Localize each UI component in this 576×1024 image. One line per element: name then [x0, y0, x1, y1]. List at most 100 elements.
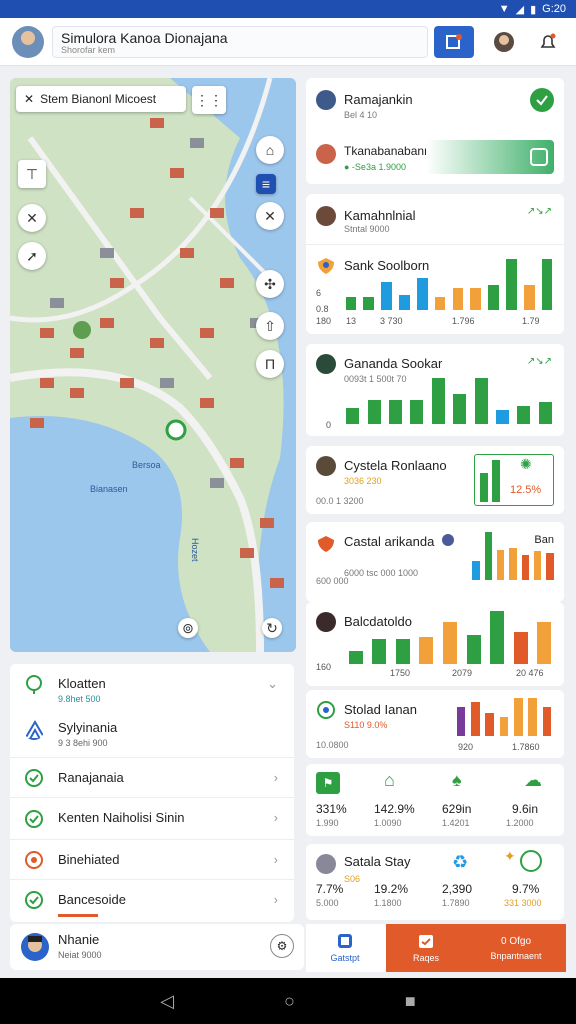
map-view[interactable]: ✕ Stem Bianonl Micoest ⋮⋮ ⊤ ✕ ➚ ⌂ ≡ ✕ ✣ …: [10, 78, 296, 652]
stat-sub: 1.4201: [442, 818, 470, 828]
notifications-button[interactable]: [528, 26, 568, 58]
summary-card[interactable]: Ramajankin Bel 4 10 Tkanabanabanne ● -Se…: [306, 78, 564, 184]
list-item[interactable]: Ranajanaia ›: [10, 758, 294, 798]
chart-bar: [546, 553, 554, 580]
chart-card[interactable]: Cystela Ronlaano 3036 230 00.0 1 3200 12…: [306, 446, 564, 514]
home-icon[interactable]: ⌂: [256, 136, 284, 164]
card-title: Ramajankin: [344, 92, 413, 107]
places-list: Kloatten 9.8het 500 ⌄ Sylyinania 9 3 8eh…: [10, 664, 294, 922]
mountain-icon[interactable]: ✕: [256, 202, 284, 230]
chart-bar: [453, 394, 467, 424]
card-footer: 600 000: [316, 576, 349, 586]
list-item[interactable]: Bancesoide ›: [10, 880, 294, 922]
status-time: G:20: [542, 3, 566, 15]
chart-bar: [485, 713, 494, 736]
chart-bar: [484, 532, 493, 580]
chart-bar: [542, 707, 552, 736]
x-tick: 13: [346, 316, 357, 326]
compose-button[interactable]: [434, 26, 474, 58]
stat-value: 629in: [442, 802, 472, 816]
list-item[interactable]: Kenten Naiholisi Sinin ›: [10, 798, 294, 840]
map-label: Hozet: [190, 538, 200, 562]
location-arrow-icon[interactable]: ⇧: [256, 312, 284, 340]
sparkle-icon: ✺: [520, 456, 532, 472]
chart-bar: [490, 610, 505, 664]
y-tick: 0: [326, 420, 332, 430]
chart-title: Stolad Ianan: [344, 702, 418, 717]
compass-icon[interactable]: ✕: [18, 204, 46, 232]
x-tick: 1.796: [452, 316, 475, 326]
page-title: Simulora Kanoa Dionajana: [61, 30, 228, 46]
chart-card[interactable]: Balcdatoldo 160 1750 2079 20 476: [306, 602, 564, 686]
map-search-bar[interactable]: ✕ Stem Bianonl Micoest: [16, 86, 186, 112]
avatar[interactable]: [12, 26, 44, 58]
chart-bar: [466, 635, 481, 664]
stat-sub: 331 3000: [504, 898, 542, 908]
stats-card[interactable]: ⚑ ⌂ ♠ ☁ 331% 1.990 142.9% 1.0090 629in 1…: [306, 764, 564, 836]
chart-bar: [474, 378, 488, 424]
chart-bar: [381, 282, 392, 310]
list-item-title: Sylyinania: [58, 720, 118, 735]
recenter-icon[interactable]: ✣: [256, 270, 284, 298]
card-title: Satala Stay: [344, 854, 411, 869]
chart-card[interactable]: Stolad Ianan S110 9.0% 10.0800 920 1.786…: [306, 690, 564, 758]
page-subtitle: Shorofar kem: [61, 45, 116, 55]
back-icon[interactable]: ◁: [160, 991, 174, 1012]
profile-sub: Neiat 9000: [58, 950, 102, 960]
tab-bnpantnaent[interactable]: 0 Ofgo Bnpantnaent: [466, 924, 566, 972]
chart-card[interactable]: Castal arikanda 6000 tsc 000 1000 600 00…: [306, 522, 564, 602]
list-item-title: Kenten Naiholisi Sinin: [58, 810, 185, 825]
card-sub: Bel 4 10: [344, 110, 378, 120]
tab-gatstpt[interactable]: Gatstpt: [306, 924, 384, 972]
stat-sub: 1.2000: [506, 818, 534, 828]
chevron-right-icon: ›: [273, 852, 278, 867]
tab-label: Gatstpt: [330, 953, 360, 963]
tab-raqes[interactable]: Raqes: [386, 924, 466, 972]
chart-bar: [499, 716, 509, 736]
list-item[interactable]: Sylyinania 9 3 8ehi 900: [10, 710, 294, 758]
zoom-icon[interactable]: ⊚: [178, 618, 198, 638]
stat-value: 7.7%: [316, 882, 344, 896]
chart-card[interactable]: Kamahnlnial Stntal 9000 ↗↘↗ Sank Soolbor…: [306, 194, 564, 334]
home-icon[interactable]: ○: [284, 991, 295, 1012]
tab-bar: Gatstpt Raqes 0 Ofgo Bnpantnaent: [306, 924, 566, 972]
card-sub: S110 9.0%: [344, 720, 388, 730]
list-item[interactable]: Kloatten 9.8het 500 ⌄: [10, 664, 294, 710]
chart-bar: [517, 406, 531, 424]
recycle-icon: ♻: [452, 852, 469, 872]
x-tick: 3 730: [380, 316, 403, 326]
refresh-icon[interactable]: [520, 850, 542, 872]
list-item[interactable]: Binehiated ›: [10, 840, 294, 880]
list-item-title: Kloatten: [58, 676, 106, 691]
navigation-icon[interactable]: ➚: [18, 242, 46, 270]
x-tick: 1.7860: [512, 742, 540, 752]
layers-icon[interactable]: ≡: [256, 174, 276, 194]
chart-title: Gananda Sookar: [344, 356, 443, 371]
chart-title: Castal arikanda: [344, 534, 435, 549]
pin-icon[interactable]: ⊤: [18, 160, 46, 188]
chevron-down-icon[interactable]: ⌄: [267, 676, 278, 692]
chart-bar: [367, 400, 381, 424]
map-canvas[interactable]: [10, 78, 296, 652]
parking-icon[interactable]: Π: [256, 350, 284, 378]
settings-icon[interactable]: ⚙: [270, 934, 294, 958]
chart-bar: [533, 551, 542, 580]
close-icon[interactable]: ✕: [24, 92, 34, 106]
profile-name: Nhanie: [58, 932, 100, 947]
refresh-icon[interactable]: ↻: [262, 618, 282, 638]
expand-icon[interactable]: [530, 148, 548, 166]
chart-bar: [434, 296, 446, 310]
profile-button[interactable]: [484, 26, 524, 58]
trend-arrows-icon: ↗↘↗: [526, 356, 552, 367]
stats-card[interactable]: Satala Stay ♻ ✦ 7.7% S06 5.000 19.2% 1.1…: [306, 844, 564, 920]
chart-bar: [521, 555, 529, 580]
check-icon[interactable]: [530, 88, 554, 112]
recents-icon[interactable]: ■: [405, 991, 416, 1012]
search-input[interactable]: Simulora Kanoa Dionajana Shorofar kem: [52, 26, 428, 58]
map-options-button[interactable]: ⋮⋮: [192, 86, 226, 114]
user-icon: [494, 32, 514, 52]
stat-value: 9.6in: [512, 802, 539, 816]
chart-card[interactable]: Gananda Sookar 0093t 1 500t 70 ↗↘↗ 0: [306, 344, 564, 436]
chart-bar: [389, 400, 402, 424]
profile-bar[interactable]: Nhanie Neiat 9000 ⚙: [10, 924, 304, 970]
